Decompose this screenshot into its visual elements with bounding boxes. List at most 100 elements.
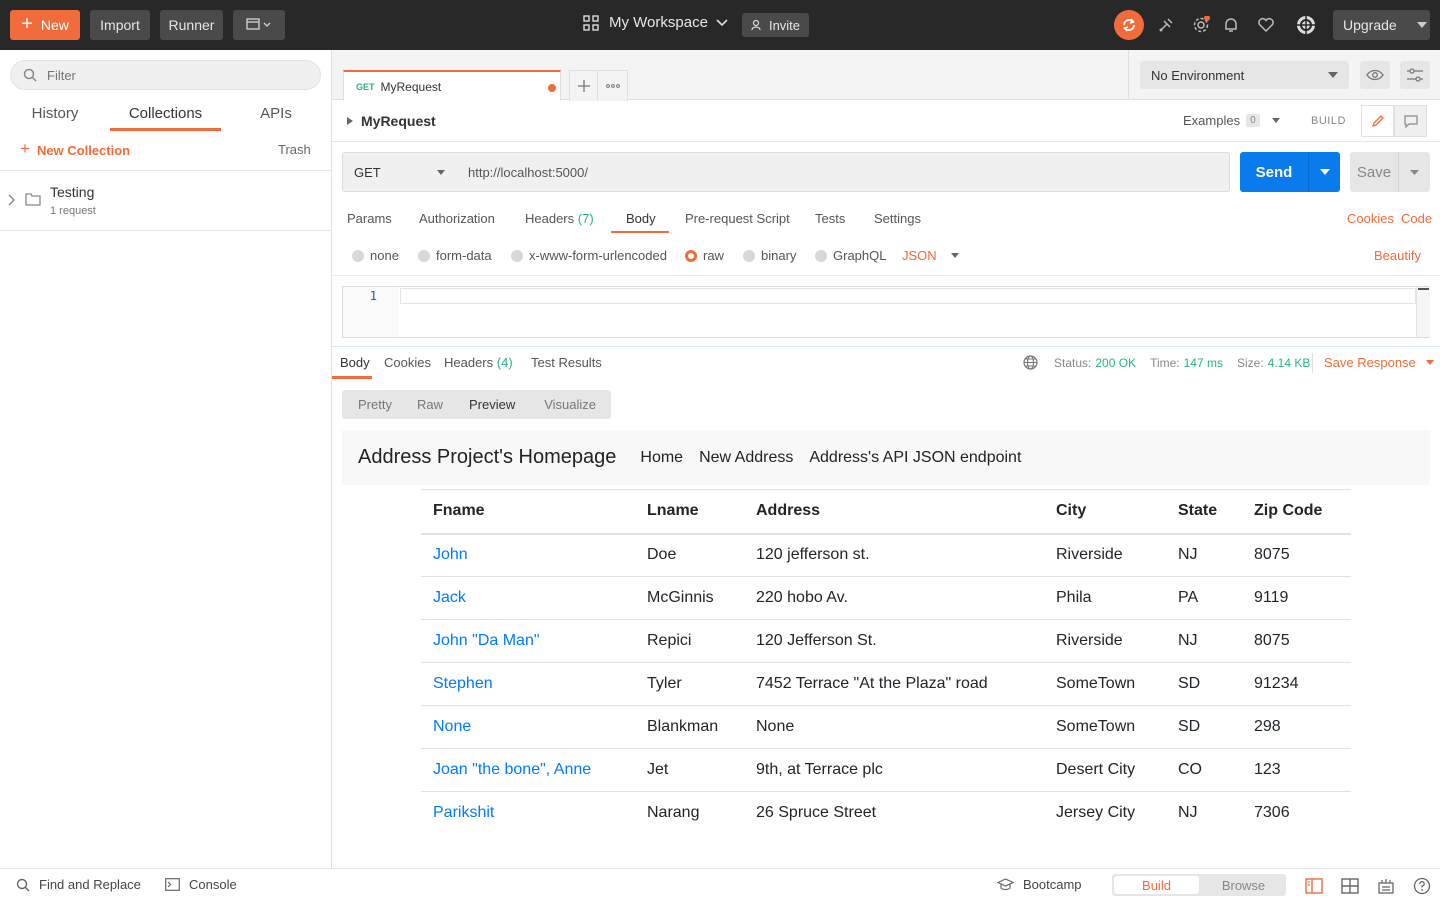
fname-link[interactable]: Stephen [421, 662, 635, 706]
caret-down-icon[interactable] [1320, 169, 1330, 175]
edit-button[interactable] [1361, 105, 1394, 137]
settings-icon[interactable] [1191, 15, 1211, 35]
fname-link[interactable]: Jack [421, 576, 635, 620]
editor-scrollbar[interactable] [1416, 287, 1430, 337]
keyboard-shortcuts-icon[interactable] [1377, 877, 1395, 895]
view-pretty[interactable]: Pretty [342, 397, 392, 412]
time-info[interactable]: Time: 147 ms [1150, 356, 1223, 370]
caret-down-icon[interactable] [1410, 169, 1419, 175]
tab-body[interactable]: Body [626, 211, 656, 226]
avatar[interactable] [1296, 15, 1316, 35]
invite-button[interactable]: Invite [742, 13, 809, 37]
workspace-selector[interactable]: My Workspace [583, 14, 728, 31]
environment-quick-look-button[interactable] [1360, 61, 1390, 89]
filter-input[interactable] [47, 67, 307, 83]
comments-button[interactable] [1394, 105, 1427, 137]
satellite-icon[interactable] [1156, 15, 1176, 35]
new-collection-button[interactable]: + New Collection [20, 139, 130, 159]
table-cell: PA [1166, 576, 1242, 620]
send-button[interactable]: Send [1240, 152, 1340, 192]
find-replace-button[interactable]: Find and Replace [16, 877, 141, 892]
sync-button[interactable] [1114, 10, 1144, 40]
manage-environments-button[interactable] [1400, 61, 1430, 89]
heart-icon[interactable] [1256, 15, 1276, 35]
chevron-right-icon[interactable] [8, 194, 16, 206]
filter-field[interactable] [10, 60, 321, 90]
bell-icon[interactable] [1221, 15, 1241, 35]
radio-urlencoded[interactable]: x-www-form-urlencoded [511, 248, 667, 263]
preview-nav-new-address[interactable]: New Address [699, 449, 793, 467]
response-tab-body[interactable]: Body [340, 355, 370, 370]
runner-button[interactable]: Runner [160, 10, 223, 40]
table-cell: Jet [635, 748, 744, 792]
bootcamp-button[interactable]: Bootcamp [997, 877, 1082, 892]
radio-binary[interactable]: binary [743, 248, 796, 263]
fname-link[interactable]: Joan "the bone", Anne [421, 748, 635, 792]
cookies-link[interactable]: Cookies [1347, 211, 1394, 226]
layout-icon[interactable] [1341, 877, 1359, 895]
response-tab-test-results[interactable]: Test Results [531, 355, 602, 370]
help-icon[interactable] [1413, 877, 1431, 895]
save-button[interactable]: Save [1350, 152, 1430, 192]
two-pane-view-icon[interactable] [1305, 877, 1323, 895]
radio-label: x-www-form-urlencoded [529, 248, 667, 263]
response-tab-headers[interactable]: Headers (4) [444, 355, 513, 370]
view-visualize[interactable]: Visualize [515, 397, 596, 412]
import-button[interactable]: Import [90, 10, 150, 40]
radio-label: binary [761, 248, 797, 263]
size-info[interactable]: Size: 4.14 KB [1237, 356, 1310, 370]
trash-link[interactable]: Trash [278, 142, 311, 157]
scroll-thumb[interactable] [1418, 288, 1429, 290]
upgrade-button[interactable]: Upgrade [1333, 10, 1430, 40]
radio-graphql[interactable]: GraphQL [815, 248, 886, 263]
tab-prerequest-script[interactable]: Pre-request Script [685, 211, 790, 226]
radio-raw[interactable]: raw [685, 248, 724, 263]
globe-icon[interactable] [1023, 355, 1038, 370]
tab-params[interactable]: Params [347, 211, 392, 226]
preview-brand[interactable]: Address Project's Homepage [358, 446, 616, 469]
tab-history[interactable]: History [20, 105, 90, 131]
build-mode-button[interactable]: Build [1114, 876, 1199, 894]
new-button[interactable]: + New [10, 10, 80, 40]
format-select[interactable]: JSON [902, 248, 959, 263]
radio-form-data[interactable]: form-data [418, 248, 492, 263]
collection-item[interactable]: Testing 1 request [0, 171, 331, 231]
fname-link[interactable]: None [421, 705, 635, 749]
time-value: 147 ms [1183, 356, 1223, 370]
browse-mode-button[interactable]: Browse [1201, 874, 1286, 896]
fname-link[interactable]: John "Da Man" [421, 619, 635, 663]
beautify-link[interactable]: Beautify [1374, 248, 1421, 263]
response-divider[interactable] [332, 346, 1440, 347]
tab-collections[interactable]: Collections [110, 105, 221, 131]
environment-select[interactable]: No Environment [1140, 61, 1349, 89]
examples-dropdown[interactable]: Examples 0 [1183, 113, 1280, 128]
tab-headers[interactable]: Headers (7) [525, 211, 594, 226]
preview-nav-home[interactable]: Home [640, 449, 683, 467]
tab-tests[interactable]: Tests [815, 211, 845, 226]
request-name[interactable]: MyRequest [347, 113, 436, 129]
url-input[interactable]: http://localhost:5000/ [457, 152, 1230, 192]
bootcamp-label: Bootcamp [1023, 877, 1082, 892]
method-select[interactable]: GET [342, 152, 458, 192]
plus-icon: + [21, 13, 33, 35]
fname-link[interactable]: John [421, 533, 635, 577]
code-link[interactable]: Code [1401, 211, 1432, 226]
response-tab-cookies[interactable]: Cookies [384, 355, 431, 370]
tab-settings[interactable]: Settings [874, 211, 921, 226]
tab-authorization[interactable]: Authorization [419, 211, 495, 226]
add-tab-button[interactable] [569, 70, 598, 101]
request-tab[interactable]: GET MyRequest [343, 70, 561, 101]
tab-options-button[interactable] [598, 70, 628, 101]
preview-nav-api-endpoint[interactable]: Address's API JSON endpoint [809, 449, 1021, 467]
fname-link[interactable]: Parikshit [421, 792, 635, 835]
radio-dot [511, 249, 523, 262]
view-raw[interactable]: Raw [392, 397, 443, 412]
new-window-button[interactable] [233, 10, 285, 40]
body-editor[interactable]: 1 [342, 286, 1430, 338]
editor-line[interactable] [400, 288, 1416, 304]
radio-none[interactable]: none [352, 248, 399, 263]
console-button[interactable]: Console [165, 877, 237, 892]
tab-apis[interactable]: APIs [250, 105, 302, 131]
view-preview[interactable]: Preview [443, 397, 515, 412]
save-response-dropdown[interactable]: Save Response [1324, 355, 1434, 370]
